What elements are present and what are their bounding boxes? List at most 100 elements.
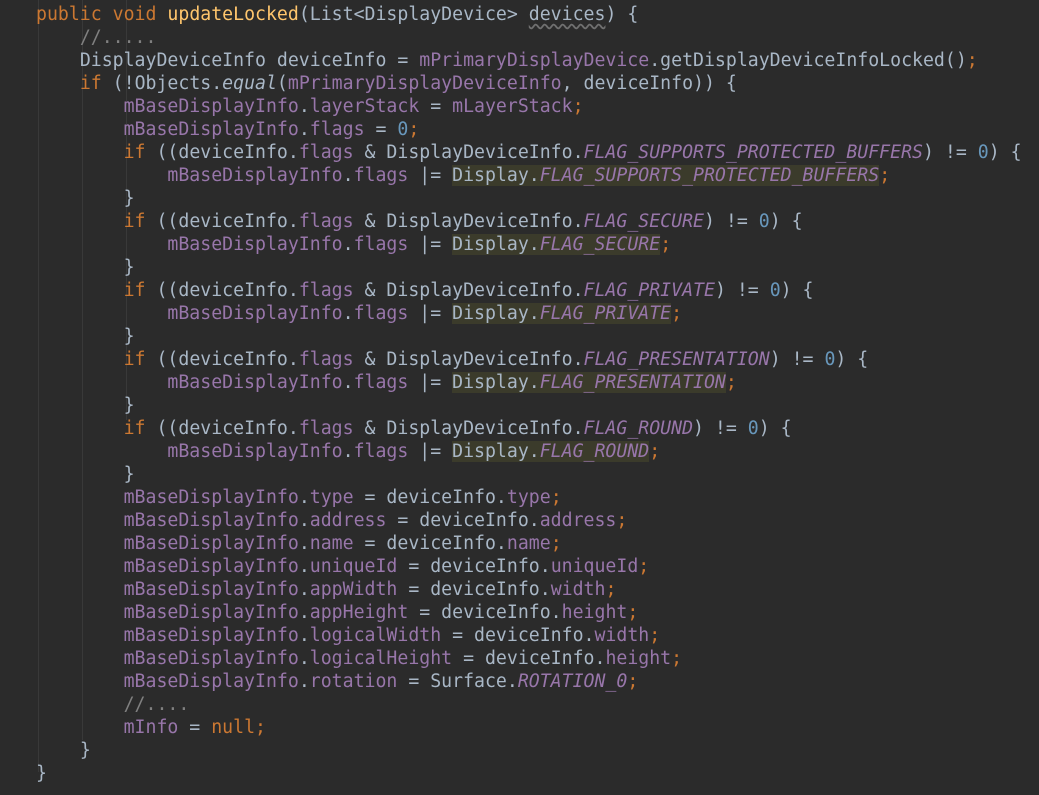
code-token: ) { bbox=[835, 349, 869, 370]
code-token: . bbox=[298, 579, 310, 600]
code-token: . bbox=[298, 510, 310, 531]
code-token: width bbox=[594, 625, 650, 646]
code-token: ) { bbox=[769, 211, 803, 232]
code-token: ; bbox=[408, 119, 420, 140]
code-line[interactable]: } bbox=[36, 325, 135, 348]
code-line[interactable]: public void updateLocked(List<DisplayDev… bbox=[36, 3, 638, 26]
code-token: logicalWidth bbox=[309, 625, 442, 646]
code-token: address bbox=[539, 510, 617, 531]
code-line[interactable]: mBaseDisplayInfo.flags |= Display.FLAG_S… bbox=[36, 164, 890, 187]
code-token: if bbox=[123, 349, 146, 370]
code-token: mInfo bbox=[123, 717, 179, 738]
code-token: mBaseDisplayInfo bbox=[123, 671, 299, 692]
code-line[interactable]: mBaseDisplayInfo.flags |= Display.FLAG_S… bbox=[36, 233, 671, 256]
code-line[interactable]: //..... bbox=[36, 26, 157, 49]
code-token: . bbox=[298, 533, 310, 554]
code-token: flags bbox=[298, 211, 354, 232]
code-token: Display. bbox=[452, 234, 540, 255]
code-token: ; bbox=[572, 96, 584, 117]
code-token: void bbox=[112, 4, 157, 25]
code-token: address bbox=[309, 510, 387, 531]
code-token: . bbox=[342, 372, 354, 393]
code-token: name bbox=[309, 533, 354, 554]
code-line[interactable]: mBaseDisplayInfo.flags |= Display.FLAG_R… bbox=[36, 440, 660, 463]
code-line[interactable]: mBaseDisplayInfo.flags |= Display.FLAG_P… bbox=[36, 371, 737, 394]
code-token: flags bbox=[298, 349, 354, 370]
code-line[interactable]: } bbox=[36, 256, 135, 279]
code-line[interactable]: if ((deviceInfo.flags & DisplayDeviceInf… bbox=[36, 417, 792, 440]
code-token: = deviceInfo. bbox=[397, 556, 551, 577]
code-token: ((deviceInfo. bbox=[145, 349, 299, 370]
code-token: ; bbox=[550, 533, 562, 554]
code-token: ) != bbox=[922, 142, 978, 163]
code-token: mBaseDisplayInfo bbox=[123, 579, 299, 600]
code-line[interactable]: mBaseDisplayInfo.flags |= Display.FLAG_P… bbox=[36, 302, 682, 325]
code-token: mBaseDisplayInfo bbox=[123, 625, 299, 646]
code-line[interactable]: mBaseDisplayInfo.uniqueId = deviceInfo.u… bbox=[36, 555, 650, 578]
code-line[interactable]: mBaseDisplayInfo.layerStack = mLayerStac… bbox=[36, 95, 584, 118]
code-editor[interactable]: public void updateLocked(List<DisplayDev… bbox=[0, 0, 1039, 795]
code-token: ) { bbox=[605, 4, 639, 25]
code-line[interactable]: mBaseDisplayInfo.appHeight = deviceInfo.… bbox=[36, 601, 639, 624]
code-token: Display. bbox=[452, 372, 540, 393]
code-line[interactable]: mBaseDisplayInfo.flags = 0; bbox=[36, 118, 420, 141]
code-line[interactable]: } bbox=[36, 762, 47, 785]
code-line[interactable]: if ((deviceInfo.flags & DisplayDeviceInf… bbox=[36, 141, 1022, 164]
code-token: appHeight bbox=[309, 602, 409, 623]
code-line[interactable]: } bbox=[36, 739, 91, 762]
code-token: flags bbox=[298, 280, 354, 301]
code-token: . bbox=[298, 487, 310, 508]
code-token: . bbox=[298, 556, 310, 577]
code-line[interactable]: } bbox=[36, 463, 135, 486]
code-line[interactable]: if ((deviceInfo.flags & DisplayDeviceInf… bbox=[36, 210, 803, 233]
code-line[interactable]: mBaseDisplayInfo.address = deviceInfo.ad… bbox=[36, 509, 628, 532]
code-token: flags bbox=[353, 372, 409, 393]
code-line[interactable]: mBaseDisplayInfo.type = deviceInfo.type; bbox=[36, 486, 562, 509]
code-token: FLAG_SUPPORTS_PROTECTED_BUFFERS bbox=[583, 142, 923, 163]
code-token: = deviceInfo. bbox=[397, 579, 551, 600]
code-token: FLAG_ROUND bbox=[539, 441, 650, 462]
code-line[interactable]: if (!Objects.equal(mPrimaryDisplayDevice… bbox=[36, 72, 737, 95]
code-line[interactable]: DisplayDeviceInfo deviceInfo = mPrimaryD… bbox=[36, 49, 978, 72]
code-token: Display. bbox=[452, 303, 540, 324]
code-token: 0 bbox=[977, 142, 989, 163]
code-token: |= bbox=[408, 234, 453, 255]
code-token: flags bbox=[353, 165, 409, 186]
code-line[interactable]: //.... bbox=[36, 693, 190, 716]
code-token: 0 bbox=[397, 119, 409, 140]
code-line[interactable]: mBaseDisplayInfo.logicalWidth = deviceIn… bbox=[36, 624, 661, 647]
code-token: = bbox=[178, 717, 212, 738]
code-line[interactable]: if ((deviceInfo.flags & DisplayDeviceInf… bbox=[36, 348, 869, 371]
code-token: ; bbox=[616, 510, 628, 531]
code-line[interactable]: mBaseDisplayInfo.logicalHeight = deviceI… bbox=[36, 647, 682, 670]
code-line[interactable]: } bbox=[36, 187, 135, 210]
code-line[interactable]: mBaseDisplayInfo.name = deviceInfo.name; bbox=[36, 532, 562, 555]
code-line[interactable]: } bbox=[36, 394, 135, 417]
code-token: ) != bbox=[703, 211, 759, 232]
code-token: if bbox=[123, 142, 146, 163]
code-token: uniqueId bbox=[550, 556, 639, 577]
code-token: FLAG_PRIVATE bbox=[583, 280, 715, 301]
code-line[interactable]: if ((deviceInfo.flags & DisplayDeviceInf… bbox=[36, 279, 814, 302]
code-token: . bbox=[298, 119, 310, 140]
code-token: ) { bbox=[988, 142, 1022, 163]
code-token: ; bbox=[879, 165, 891, 186]
code-token: ; bbox=[649, 441, 661, 462]
code-token: devices bbox=[528, 4, 606, 25]
code-line[interactable]: mBaseDisplayInfo.appWidth = deviceInfo.w… bbox=[36, 578, 617, 601]
code-token: } bbox=[123, 464, 135, 485]
code-token: , bbox=[561, 73, 584, 94]
code-token: deviceInfo)) { bbox=[583, 73, 737, 94]
code-line[interactable]: mInfo = null; bbox=[36, 716, 266, 739]
code-line[interactable]: mBaseDisplayInfo.rotation = Surface.ROTA… bbox=[36, 670, 639, 693]
code-token: Display. bbox=[452, 165, 540, 186]
